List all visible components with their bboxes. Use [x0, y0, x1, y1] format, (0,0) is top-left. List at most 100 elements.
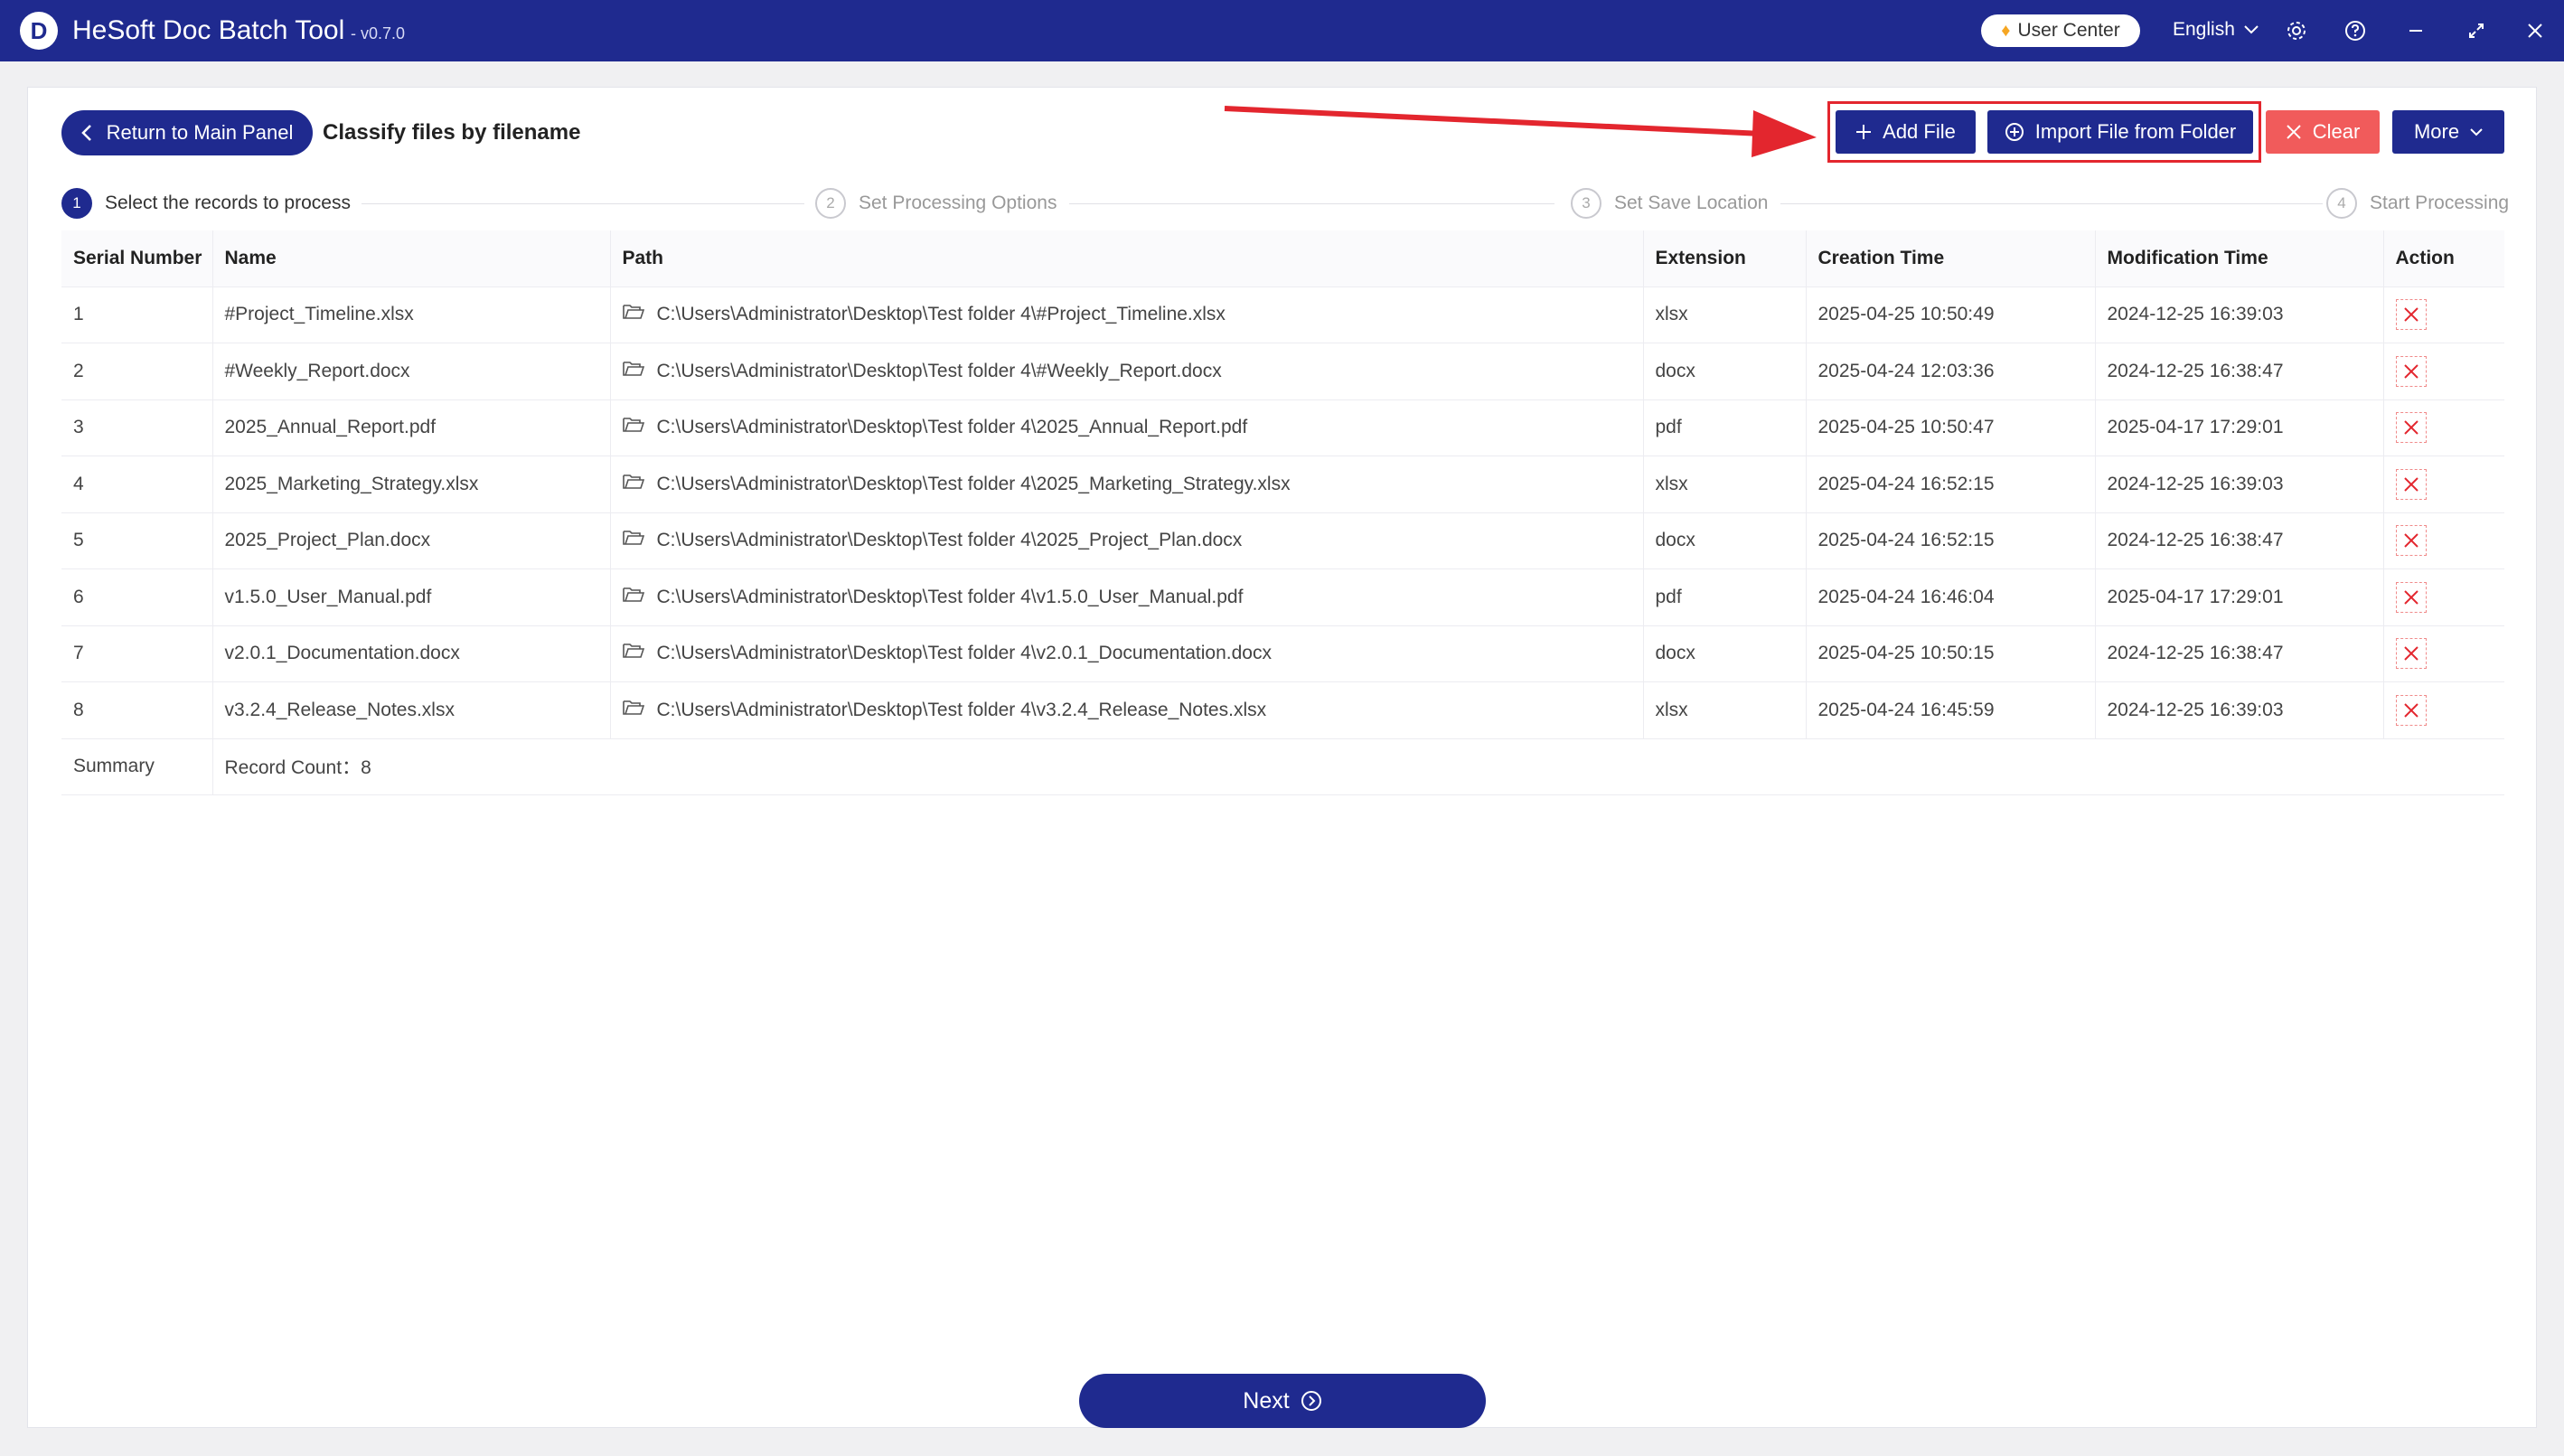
- minimize-icon[interactable]: [2400, 14, 2432, 47]
- cell-extension: docx: [1643, 625, 1807, 682]
- step-connector: [1780, 203, 2323, 204]
- delete-row-button[interactable]: [2395, 355, 2427, 387]
- folder-icon[interactable]: [622, 643, 644, 664]
- cell-serial: 8: [61, 681, 213, 738]
- cell-modification-time: 2024-12-25 16:38:47: [2095, 343, 2384, 399]
- cell-creation-time: 2025-04-24 12:03:36: [1806, 343, 2096, 399]
- step-label: Start Processing: [2370, 193, 2510, 213]
- column-header-creation-time[interactable]: Creation Time: [1806, 230, 2096, 287]
- table-row[interactable]: 1 #Project_Timeline.xlsx C:\Users\Administ…: [61, 286, 2504, 343]
- title-bar: D HeSoft Doc Batch Tool - v0.7.0 ♦ User …: [0, 0, 2564, 61]
- plus-circle-icon: [2005, 123, 2024, 141]
- return-main-panel-button[interactable]: Return to Main Panel: [61, 110, 313, 155]
- more-label: More: [2413, 120, 2460, 143]
- language-label: English: [2173, 19, 2235, 40]
- folder-icon[interactable]: [622, 587, 644, 608]
- cell-serial: 3: [61, 399, 213, 456]
- cell-name: 2025_Marketing_Strategy.xlsx: [212, 456, 611, 512]
- cell-action: [2383, 625, 2504, 682]
- cell-path: C:\Users\Administrator\Desktop\Test fold…: [610, 286, 1644, 343]
- column-header-modification-time[interactable]: Modification Time: [2095, 230, 2384, 287]
- cell-path: C:\Users\Administrator\Desktop\Test fold…: [610, 512, 1644, 569]
- folder-icon[interactable]: [622, 700, 644, 721]
- close-icon[interactable]: [2519, 14, 2551, 47]
- folder-icon[interactable]: [622, 361, 644, 382]
- path-text: C:\Users\Administrator\Desktop\Test fold…: [656, 643, 1272, 664]
- cell-name: v1.5.0_User_Manual.pdf: [212, 568, 611, 625]
- close-icon: [2403, 420, 2418, 435]
- summary-label: Summary: [61, 737, 213, 795]
- cell-serial: 7: [61, 625, 213, 682]
- maximize-icon[interactable]: [2460, 14, 2493, 47]
- cell-name: #Weekly_Report.docx: [212, 343, 611, 399]
- more-button[interactable]: More: [2392, 110, 2504, 154]
- column-header-action: Action: [2383, 230, 2504, 287]
- import-folder-button[interactable]: Import File from Folder: [1987, 110, 2253, 154]
- close-icon: [2403, 307, 2418, 322]
- diamond-icon: ♦: [2001, 20, 2011, 41]
- cell-extension: pdf: [1643, 568, 1807, 625]
- cell-creation-time: 2025-04-24 16:46:04: [1806, 568, 2096, 625]
- cell-extension: xlsx: [1643, 286, 1807, 343]
- step-label: Set Processing Options: [859, 193, 1057, 213]
- cell-modification-time: 2025-04-17 17:29:01: [2095, 399, 2384, 456]
- chevron-down-icon: [2244, 25, 2259, 34]
- delete-row-button[interactable]: [2395, 581, 2427, 613]
- cell-action: [2383, 512, 2504, 569]
- user-center-button[interactable]: ♦ User Center: [1981, 14, 2140, 47]
- cell-name: 2025_Project_Plan.docx: [212, 512, 611, 569]
- step-3: 3 Set Save Location: [1571, 188, 1781, 219]
- delete-row-button[interactable]: [2395, 525, 2427, 557]
- delete-row-button[interactable]: [2395, 299, 2427, 331]
- cell-path: C:\Users\Administrator\Desktop\Test fold…: [610, 399, 1644, 456]
- cell-modification-time: 2024-12-25 16:38:47: [2095, 512, 2384, 569]
- app-version: - v0.7.0: [351, 24, 406, 42]
- gear-icon[interactable]: [2280, 14, 2313, 47]
- chevron-left-icon: [80, 125, 91, 141]
- path-text: C:\Users\Administrator\Desktop\Test fold…: [656, 304, 1226, 325]
- folder-icon[interactable]: [622, 304, 644, 325]
- folder-icon[interactable]: [622, 530, 644, 551]
- folder-icon[interactable]: [622, 417, 644, 438]
- cell-name: 2025_Annual_Report.pdf: [212, 399, 611, 456]
- delete-row-button[interactable]: [2395, 638, 2427, 670]
- cell-creation-time: 2025-04-25 10:50:15: [1806, 625, 2096, 682]
- step-connector: [362, 203, 804, 204]
- cell-name: v3.2.4_Release_Notes.xlsx: [212, 681, 611, 738]
- cell-action: [2383, 399, 2504, 456]
- table-row[interactable]: 6 v1.5.0_User_Manual.pdf C:\Users\Administ…: [61, 568, 2504, 625]
- table-row[interactable]: 5 2025_Project_Plan.docx C:\Users\Administ…: [61, 512, 2504, 569]
- cell-extension: xlsx: [1643, 456, 1807, 512]
- cell-serial: 5: [61, 512, 213, 569]
- column-header-extension[interactable]: Extension: [1643, 230, 1807, 287]
- delete-row-button[interactable]: [2395, 468, 2427, 500]
- language-selector[interactable]: English: [2173, 19, 2259, 41]
- return-main-panel-label: Return to Main Panel: [106, 121, 294, 144]
- column-header-name[interactable]: Name: [212, 230, 611, 287]
- delete-row-button[interactable]: [2395, 412, 2427, 444]
- cell-modification-time: 2024-12-25 16:38:47: [2095, 625, 2384, 682]
- delete-row-button[interactable]: [2395, 694, 2427, 726]
- clear-button[interactable]: Clear: [2266, 110, 2380, 154]
- table-row[interactable]: 8 v3.2.4_Release_Notes.xlsx C:\Users\Admin…: [61, 681, 2504, 738]
- summary-row: Summary Record Count：8: [61, 737, 2504, 795]
- table-row[interactable]: 7 v2.0.1_Documentation.docx C:\Users\Admin…: [61, 625, 2504, 682]
- close-icon: [2403, 364, 2418, 379]
- path-text: C:\Users\Administrator\Desktop\Test fold…: [656, 530, 1243, 551]
- cell-path: C:\Users\Administrator\Desktop\Test fold…: [610, 625, 1644, 682]
- path-text: C:\Users\Administrator\Desktop\Test fold…: [656, 360, 1222, 381]
- cell-creation-time: 2025-04-24 16:52:15: [1806, 456, 2096, 512]
- table-row[interactable]: 2 #Weekly_Report.docx C:\Users\Administrat…: [61, 343, 2504, 399]
- add-file-button[interactable]: Add File: [1836, 110, 1976, 154]
- step-2: 2 Set Processing Options: [815, 188, 1070, 219]
- folder-icon[interactable]: [622, 474, 644, 495]
- help-icon[interactable]: [2339, 14, 2371, 47]
- file-table: Serial Number Name Path Extension Creati…: [61, 230, 2504, 795]
- table-row[interactable]: 4 2025_Marketing_Strategy.xlsx C:\Users\Ad…: [61, 456, 2504, 512]
- path-text: C:\Users\Administrator\Desktop\Test fold…: [656, 586, 1244, 607]
- column-header-serial[interactable]: Serial Number: [61, 230, 213, 287]
- table-row[interactable]: 3 2025_Annual_Report.pdf C:\Users\Administ…: [61, 399, 2504, 456]
- next-button[interactable]: Next: [1079, 1374, 1486, 1428]
- step-4: 4 Start Processing: [2326, 188, 2510, 219]
- column-header-path[interactable]: Path: [610, 230, 1644, 287]
